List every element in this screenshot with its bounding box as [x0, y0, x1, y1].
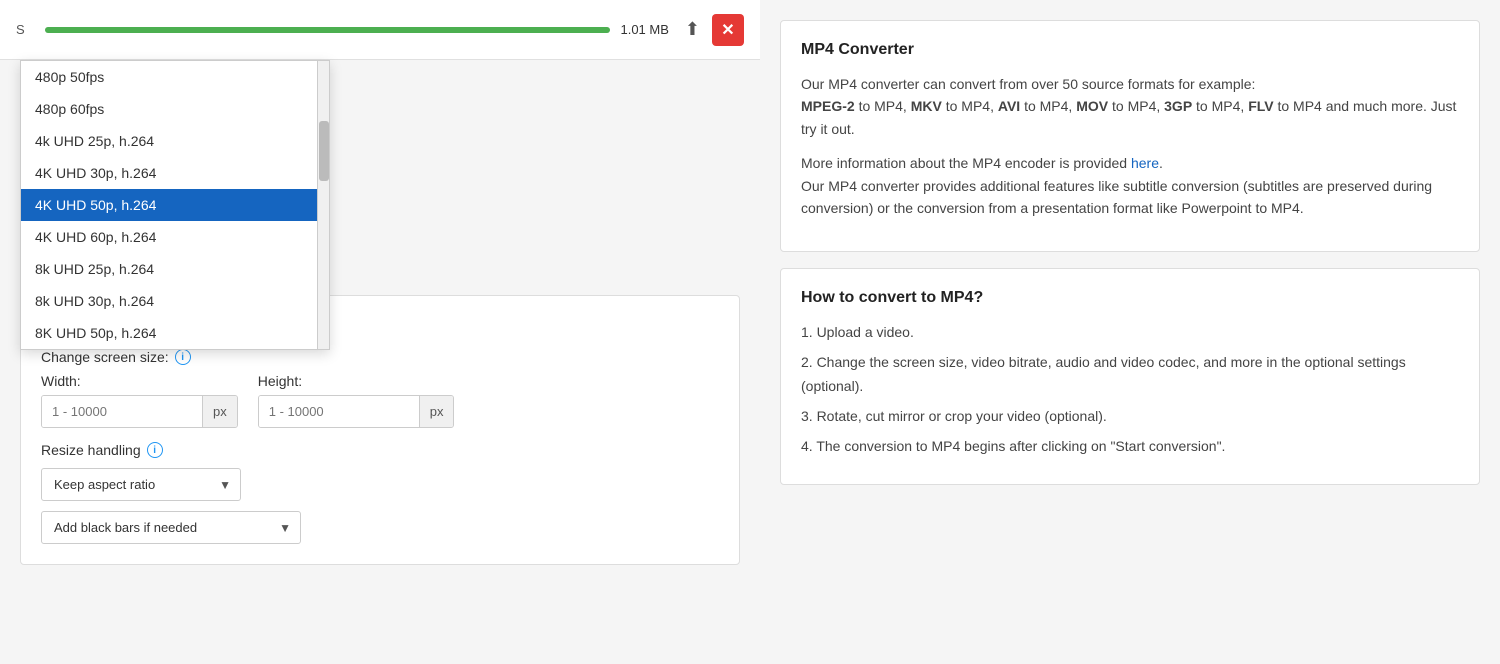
resize-info-icon[interactable]: i [147, 442, 163, 458]
width-input-wrapper: px [41, 395, 238, 428]
resolution-dropdown-item[interactable]: 8k UHD 30p, h.264 [21, 285, 329, 317]
width-input[interactable] [42, 396, 202, 427]
how-to-step: 4. The conversion to MP4 begins after cl… [801, 435, 1459, 459]
change-screen-size-label: Change screen size: i [41, 349, 719, 365]
progress-bar-container [45, 27, 611, 33]
mp4-converter-card: MP4 Converter Our MP4 converter can conv… [780, 20, 1480, 252]
mp4-encoder-link[interactable]: here [1131, 155, 1159, 171]
upload-button[interactable]: ⬆ [681, 15, 704, 44]
close-button[interactable]: ✕ [712, 14, 744, 46]
resize-handling-section: Resize handling i Keep aspect ratio Stre… [41, 442, 719, 544]
mp4-description-2: More information about the MP4 encoder i… [801, 152, 1459, 219]
resolution-dropdown-list[interactable]: 480p 50fps480p 60fps4k UHD 25p, h.2644K … [20, 60, 330, 350]
how-to-list: 1. Upload a video. 2. Change the screen s… [801, 321, 1459, 458]
resolution-dropdown-item[interactable]: 4K UHD 50p, h.264 [21, 189, 329, 221]
resolution-dropdown-item[interactable]: 4K UHD 30p, h.264 [21, 157, 329, 189]
height-label: Height: [258, 373, 455, 389]
how-to-step: 3. Rotate, cut mirror or crop your video… [801, 405, 1459, 429]
dropdown-scrollbar[interactable] [317, 61, 329, 349]
mp4-converter-body: Our MP4 converter can convert from over … [801, 73, 1459, 219]
progress-bar-fill [45, 27, 611, 33]
resolution-dropdown-item[interactable]: 480p 60fps [21, 93, 329, 125]
mp4-converter-title: MP4 Converter [801, 41, 1459, 59]
dimensions-row: Width: px Height: px [41, 373, 719, 428]
how-to-convert-card: How to convert to MP4? 1. Upload a video… [780, 268, 1480, 485]
width-field: Width: px [41, 373, 238, 428]
left-panel: S 1.01 MB ⬆ ✕ 480p 50fps480p 60fps4k UHD… [0, 0, 760, 664]
resolution-dropdown-item[interactable]: 4k UHD 25p, h.264 [21, 125, 329, 157]
screen-size-info-icon[interactable]: i [175, 349, 191, 365]
top-bar: S 1.01 MB ⬆ ✕ [0, 0, 760, 60]
page-wrapper: S 1.01 MB ⬆ ✕ 480p 50fps480p 60fps4k UHD… [0, 0, 1500, 664]
file-size: 1.01 MB [620, 22, 668, 37]
width-unit-label: px [202, 396, 237, 427]
height-input-wrapper: px [258, 395, 455, 428]
right-panel: MP4 Converter Our MP4 converter can conv… [760, 0, 1500, 664]
black-bars-select-wrapper: Add black bars if needed No black bars ▼ [41, 511, 301, 544]
resolution-dropdown-item[interactable]: 8k UHD 25p, h.264 [21, 253, 329, 285]
dropdown-scrollbar-thumb [319, 121, 329, 181]
how-to-title: How to convert to MP4? [801, 289, 1459, 307]
resize-handling-label: Resize handling i [41, 442, 719, 458]
file-label: S [16, 22, 25, 37]
how-to-step: 1. Upload a video. [801, 321, 1459, 345]
height-field: Height: px [258, 373, 455, 428]
how-to-step: 2. Change the screen size, video bitrate… [801, 351, 1459, 399]
black-bars-select[interactable]: Add black bars if needed No black bars [41, 511, 301, 544]
keep-aspect-select-wrapper: Keep aspect ratio Stretch Crop ▼ [41, 468, 241, 501]
height-input[interactable] [259, 396, 419, 427]
resolution-dropdown-item[interactable]: 4K UHD 60p, h.264 [21, 221, 329, 253]
mp4-description-1: Our MP4 converter can convert from over … [801, 73, 1459, 140]
resolution-dropdown-item[interactable]: 480p 50fps [21, 61, 329, 93]
change-screen-size-group: Change screen size: i Width: px Heig [41, 349, 719, 428]
height-unit-label: px [419, 396, 454, 427]
resolution-dropdown-item[interactable]: 8K UHD 50p, h.264 [21, 317, 329, 349]
width-label: Width: [41, 373, 238, 389]
keep-aspect-select[interactable]: Keep aspect ratio Stretch Crop [41, 468, 241, 501]
